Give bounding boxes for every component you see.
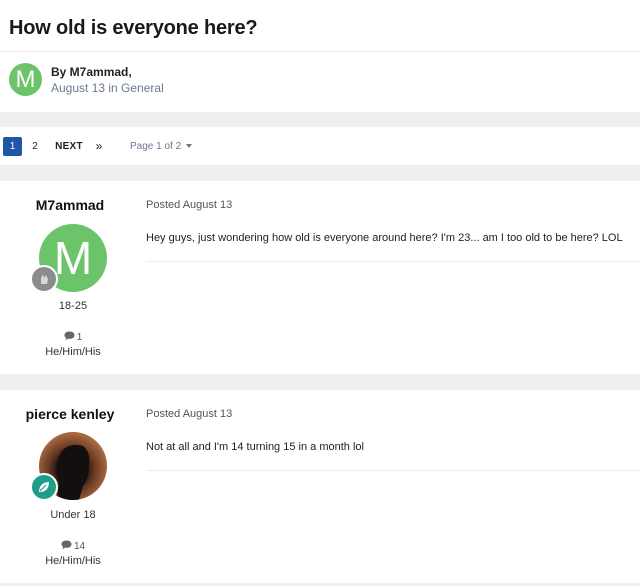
post-date[interactable]: Posted August 13 (146, 199, 232, 211)
page-2-button[interactable]: 2 (27, 137, 43, 156)
page-1-button[interactable]: 1 (3, 137, 22, 156)
topic-header: How old is everyone here? M By M7ammad, … (0, 0, 640, 112)
post-count-value: 14 (73, 541, 86, 552)
post-author-name[interactable]: M7ammad (0, 197, 140, 213)
post-date[interactable]: Posted August 13 (146, 408, 232, 420)
topic-author-link[interactable]: By M7ammad, (51, 65, 132, 79)
page-title: How old is everyone here? (9, 17, 258, 39)
topic-meta: August 13 in General (51, 81, 164, 95)
post-content: Not at all and I'm 14 turning 15 in a mo… (146, 441, 364, 453)
pronouns-field: He/Him/His (45, 555, 101, 567)
caret-down-icon (186, 144, 193, 148)
post-count: 14 (0, 540, 146, 552)
divider (146, 261, 640, 262)
page-of-label: Page 1 of 2 (130, 141, 182, 152)
pronouns-field: He/Him/His (45, 346, 101, 358)
chat-bubble-icon (64, 331, 75, 341)
post-author-name[interactable]: pierce kenley (0, 406, 140, 422)
author-avatar[interactable]: M (9, 63, 42, 96)
post-count: 1 (0, 331, 146, 343)
post: pierce kenley Under 18 14 He/Him/His Pos… (0, 390, 640, 583)
page-jump-dropdown[interactable]: Page 1 of 2 (130, 137, 193, 156)
post: M7ammad M 18-25 1 He/Him/His Posted Augu… (0, 181, 640, 374)
rank-badge-icon (30, 265, 58, 293)
divider (146, 470, 640, 471)
chat-bubble-icon (61, 540, 72, 550)
post-content: Hey guys, just wondering how old is ever… (146, 232, 623, 244)
rank-badge-icon (30, 473, 58, 501)
divider (0, 51, 640, 52)
member-group: 18-25 (58, 300, 88, 312)
post-count-value: 1 (76, 332, 83, 343)
next-page-button[interactable]: NEXT (54, 137, 84, 156)
member-group: Under 18 (50, 509, 96, 521)
pagination-bar: 1 2 NEXT » Page 1 of 2 (0, 127, 640, 165)
last-page-icon[interactable]: » (93, 137, 105, 156)
